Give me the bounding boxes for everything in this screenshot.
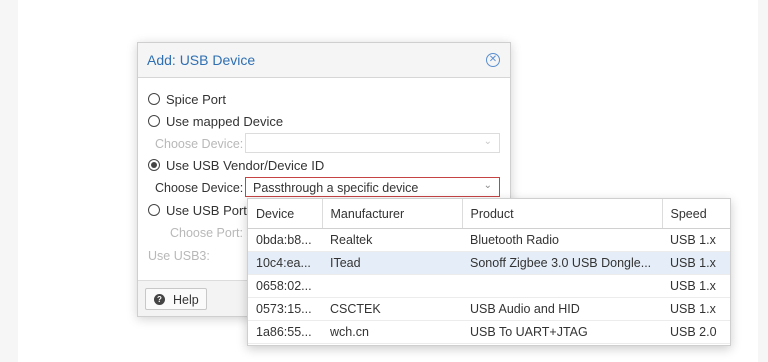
radio-button[interactable] xyxy=(148,159,160,171)
cell-device: 10c4:ea... xyxy=(248,251,322,275)
column-header-speed[interactable]: Speed xyxy=(662,199,730,229)
radio-button[interactable] xyxy=(148,93,160,105)
table-row[interactable]: 10c4:ea... ITead Sonoff Zigbee 3.0 USB D… xyxy=(248,251,730,275)
cell-speed: USB 2.0 xyxy=(662,320,730,344)
cell-product: Bluetooth Radio xyxy=(462,228,662,252)
mapped-device-combo[interactable]: ⌄ xyxy=(245,133,500,153)
cell-product xyxy=(462,274,662,298)
radio-button[interactable] xyxy=(148,115,160,127)
column-header-device[interactable]: Device xyxy=(248,199,323,229)
table-row[interactable]: 0573:15... CSCTEK USB Audio and HID USB … xyxy=(248,297,730,321)
cell-product: Sonoff Zigbee 3.0 USB Dongle... xyxy=(462,251,662,275)
radio-label: Use mapped Device xyxy=(166,114,284,129)
close-icon[interactable]: ✕ xyxy=(486,53,500,67)
cell-device: 0bda:b8... xyxy=(248,228,322,252)
cell-device: 0573:15... xyxy=(248,297,322,321)
vendor-device-combo[interactable]: Passthrough a specific device ⌄ xyxy=(245,177,500,197)
table-header-row: Device Manufacturer Product Speed xyxy=(248,199,730,229)
help-button[interactable]: ? Help xyxy=(145,288,207,310)
cell-speed: USB 1.x xyxy=(662,228,730,252)
combo-value: Passthrough a specific device xyxy=(253,181,419,195)
cell-product: USB To UART+JTAG xyxy=(462,320,662,344)
cell-manufacturer: Realtek xyxy=(322,228,462,252)
cell-manufacturer xyxy=(322,274,462,298)
cell-product: USB Audio and HID xyxy=(462,297,662,321)
dialog-title: Add: USB Device xyxy=(147,52,256,68)
cell-speed: USB 1.x xyxy=(662,251,730,275)
radio-label: Use USB Port xyxy=(166,203,247,218)
radio-label: Spice Port xyxy=(166,92,226,107)
use-usb3-label: Use USB3: xyxy=(148,249,210,263)
table-row[interactable]: 0658:02... USB 1.x xyxy=(248,274,730,298)
cell-device: 1a86:55... xyxy=(248,320,322,344)
device-dropdown-list: Device Manufacturer Product Speed 0bda:b… xyxy=(247,198,731,346)
cell-manufacturer: CSCTEK xyxy=(322,297,462,321)
device-table: Device Manufacturer Product Speed 0bda:b… xyxy=(248,199,730,344)
table-row[interactable]: 0bda:b8... Realtek Bluetooth Radio USB 1… xyxy=(248,228,730,252)
choose-port-label: Choose Port: xyxy=(170,226,243,240)
cell-speed: USB 1.x xyxy=(662,297,730,321)
column-header-product[interactable]: Product xyxy=(462,199,663,229)
mapped-choose-device-label: Choose Device: xyxy=(155,137,244,151)
table-row[interactable]: 1a86:55... wch.cn USB To UART+JTAG USB 2… xyxy=(248,320,730,344)
chevron-down-icon: ⌄ xyxy=(483,180,492,191)
vendor-choose-device-label: Choose Device: xyxy=(155,181,244,195)
cell-device: 0658:02... xyxy=(248,274,322,298)
dialog-header: Add: USB Device ✕ xyxy=(138,43,510,78)
help-label: Help xyxy=(173,293,199,307)
radio-label: Use USB Vendor/Device ID xyxy=(166,158,325,173)
radio-button[interactable] xyxy=(148,204,160,216)
cell-manufacturer: wch.cn xyxy=(322,320,462,344)
column-header-manufacturer[interactable]: Manufacturer xyxy=(322,199,463,229)
question-circle-icon: ? xyxy=(154,294,165,305)
cell-speed: USB 1.x xyxy=(662,274,730,298)
chevron-down-icon: ⌄ xyxy=(483,136,492,147)
cell-manufacturer: ITead xyxy=(322,251,462,275)
